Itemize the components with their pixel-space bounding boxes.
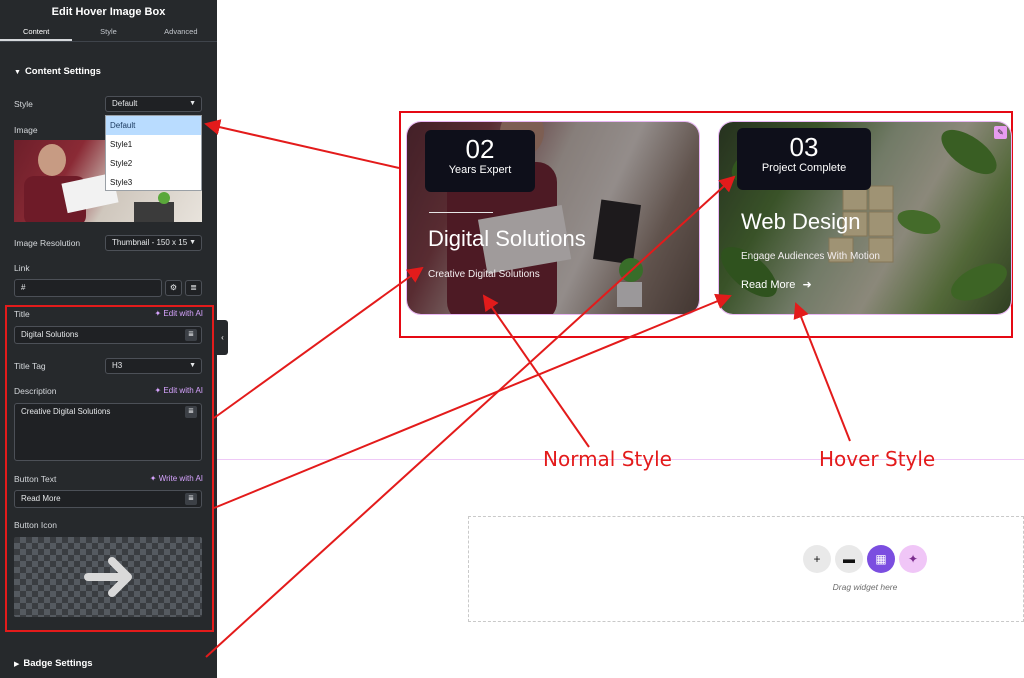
arrow-badge-settings [205,175,736,658]
arrow-title [213,266,424,419]
arrow-button-text [213,293,732,509]
arrow-hover-style [793,302,851,442]
annotation-arrows [5,119,851,658]
arrow-style-option [204,119,400,169]
arrow-normal-style [482,294,590,448]
panel-highlight-box [5,305,214,632]
